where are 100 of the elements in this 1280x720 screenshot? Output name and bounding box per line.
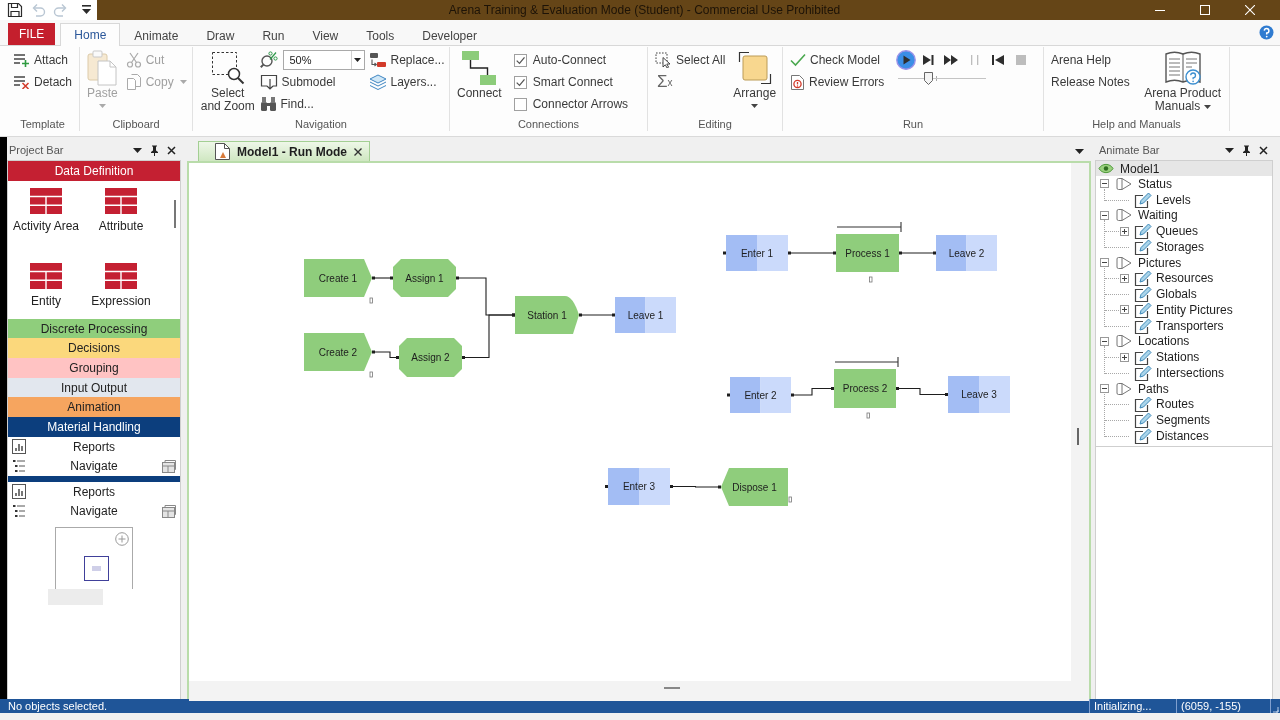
connect-button[interactable]: Connect bbox=[457, 49, 502, 100]
reports-panel-button[interactable]: Reports bbox=[8, 436, 180, 457]
slider-thumb[interactable] bbox=[923, 72, 933, 85]
scrollbar-thumb[interactable] bbox=[1077, 428, 1079, 445]
check-model-button[interactable]: Check Model bbox=[790, 49, 881, 71]
caret-icon[interactable] bbox=[133, 147, 142, 153]
replace-button[interactable]: Replace... bbox=[368, 49, 445, 71]
module-item[interactable]: Expression bbox=[91, 255, 151, 308]
category-header[interactable]: Data Definition bbox=[8, 161, 180, 181]
ribbon-tab[interactable]: Tools bbox=[352, 24, 409, 46]
ribbon-tab[interactable]: Draw bbox=[192, 24, 249, 46]
module-item[interactable]: Attribute bbox=[98, 180, 144, 233]
category-header[interactable]: Input Output bbox=[8, 377, 180, 398]
category-header[interactable]: Grouping bbox=[8, 358, 180, 378]
tree-item[interactable]: Queues bbox=[1156, 224, 1199, 239]
connector bbox=[787, 251, 837, 255]
tree-item[interactable]: Resources bbox=[1156, 271, 1214, 286]
module-item[interactable]: Activity Area bbox=[13, 180, 79, 233]
close-icon[interactable] bbox=[1259, 145, 1268, 155]
expand-icon[interactable] bbox=[1120, 305, 1129, 315]
ribbon-tab[interactable]: Developer bbox=[408, 24, 491, 46]
ribbon-tab[interactable]: Run bbox=[248, 24, 299, 46]
tree-item[interactable]: Transporters bbox=[1156, 318, 1224, 333]
navigate-panel-button[interactable]: Navigate bbox=[8, 456, 180, 476]
save-icon[interactable] bbox=[7, 2, 23, 18]
pin-icon[interactable] bbox=[150, 144, 159, 156]
ribbon-tab[interactable]: Animate bbox=[120, 24, 193, 46]
expand-icon[interactable] bbox=[1120, 352, 1129, 362]
tree-item[interactable]: Globals bbox=[1156, 287, 1197, 302]
checkbox-option[interactable]: Connector Arrows bbox=[513, 93, 629, 115]
navigate-panel-button[interactable]: Navigate bbox=[8, 501, 180, 521]
reports-panel-button[interactable]: Reports bbox=[8, 481, 180, 502]
checkbox[interactable] bbox=[513, 75, 527, 89]
tree-item[interactable]: Routes bbox=[1156, 397, 1195, 412]
attach-button[interactable]: Attach bbox=[13, 49, 69, 71]
pin-icon[interactable] bbox=[1242, 144, 1251, 156]
layers-button[interactable]: Layers... bbox=[368, 71, 437, 93]
tree-item[interactable]: Locations bbox=[1138, 334, 1190, 349]
list-icon bbox=[12, 459, 26, 474]
help-icon[interactable] bbox=[1259, 25, 1274, 40]
ribbon-tab[interactable]: View bbox=[298, 24, 353, 46]
caret-icon[interactable] bbox=[1075, 148, 1084, 154]
create-module: Create 1 bbox=[304, 259, 372, 297]
category-header[interactable]: Decisions bbox=[8, 338, 180, 359]
tree-item[interactable]: Pictures bbox=[1138, 255, 1182, 270]
detach-button[interactable]: Detach bbox=[13, 71, 73, 93]
caret-icon bbox=[354, 58, 361, 62]
product-manuals-button[interactable]: Arena Product Manuals bbox=[1139, 49, 1226, 113]
submodel-button[interactable]: Submodel bbox=[259, 71, 336, 93]
checkbox[interactable] bbox=[513, 97, 527, 111]
tree-item[interactable]: Paths bbox=[1138, 381, 1169, 396]
zoom-level-combobox[interactable]: 50% bbox=[282, 50, 365, 70]
tree-item[interactable]: Storages bbox=[1156, 239, 1205, 254]
collapse-icon[interactable] bbox=[1100, 384, 1109, 394]
category-header[interactable]: Discrete Processing bbox=[8, 318, 180, 339]
select-all-button[interactable]: Select All bbox=[655, 49, 726, 71]
category-header[interactable]: Animation bbox=[8, 397, 180, 418]
tree-item[interactable]: Stations bbox=[1156, 350, 1200, 365]
checkbox-option[interactable]: Smart Connect bbox=[513, 71, 613, 93]
tree-item[interactable]: Model1 bbox=[1120, 161, 1160, 176]
table-icon bbox=[105, 262, 137, 289]
maximize-icon[interactable] bbox=[1200, 5, 1210, 15]
play-frame-icon bbox=[1116, 176, 1132, 191]
close-icon[interactable] bbox=[167, 145, 176, 155]
arena-help-link[interactable]: Arena Help bbox=[1051, 49, 1112, 71]
bar-chart-icon bbox=[12, 439, 26, 455]
collapse-icon[interactable] bbox=[1100, 336, 1109, 346]
ribbon-tab[interactable]: Home bbox=[60, 23, 121, 46]
queue-line bbox=[836, 221, 902, 233]
collapse-icon[interactable] bbox=[1100, 179, 1109, 189]
tree-item[interactable]: Entity Pictures bbox=[1156, 302, 1233, 317]
tree-item[interactable]: Levels bbox=[1156, 192, 1191, 207]
expand-icon[interactable] bbox=[1120, 273, 1129, 283]
category-header[interactable]: Material Handling bbox=[8, 417, 180, 437]
tree-item[interactable]: Intersections bbox=[1156, 365, 1225, 380]
tree-item[interactable]: Distances bbox=[1156, 428, 1209, 443]
tree-item[interactable]: Status bbox=[1138, 176, 1173, 191]
review-errors-button[interactable]: Review Errors bbox=[790, 71, 885, 93]
create-module: Create 2 bbox=[304, 333, 372, 371]
checkbox-option[interactable]: Auto-Connect bbox=[513, 49, 607, 71]
select-and-zoom-button[interactable]: Select and Zoom bbox=[200, 49, 256, 113]
list-icon bbox=[12, 504, 26, 519]
caret-icon[interactable] bbox=[1225, 147, 1234, 153]
expand-icon[interactable] bbox=[1120, 226, 1129, 236]
close-icon[interactable] bbox=[354, 147, 362, 156]
tree-item[interactable]: Segments bbox=[1156, 413, 1211, 428]
collapse-icon[interactable] bbox=[1100, 210, 1109, 220]
play-icon[interactable] bbox=[896, 50, 917, 70]
checkbox[interactable] bbox=[513, 53, 527, 67]
collapse-icon[interactable] bbox=[1100, 258, 1109, 268]
tree-item[interactable]: Waiting bbox=[1138, 208, 1178, 223]
file-tab[interactable]: FILE bbox=[8, 23, 56, 45]
release-notes-link[interactable]: Release Notes bbox=[1051, 71, 1130, 93]
scrollbar-thumb[interactable] bbox=[174, 199, 176, 228]
find-button[interactable]: Find... bbox=[259, 93, 314, 115]
document-tab[interactable]: Model1 - Run Mode bbox=[198, 141, 370, 161]
edit-icon bbox=[1134, 286, 1152, 303]
module-item[interactable]: Entity bbox=[30, 255, 62, 308]
arrange-button[interactable]: Arrange bbox=[733, 49, 777, 108]
scrollbar-thumb[interactable] bbox=[664, 687, 680, 689]
